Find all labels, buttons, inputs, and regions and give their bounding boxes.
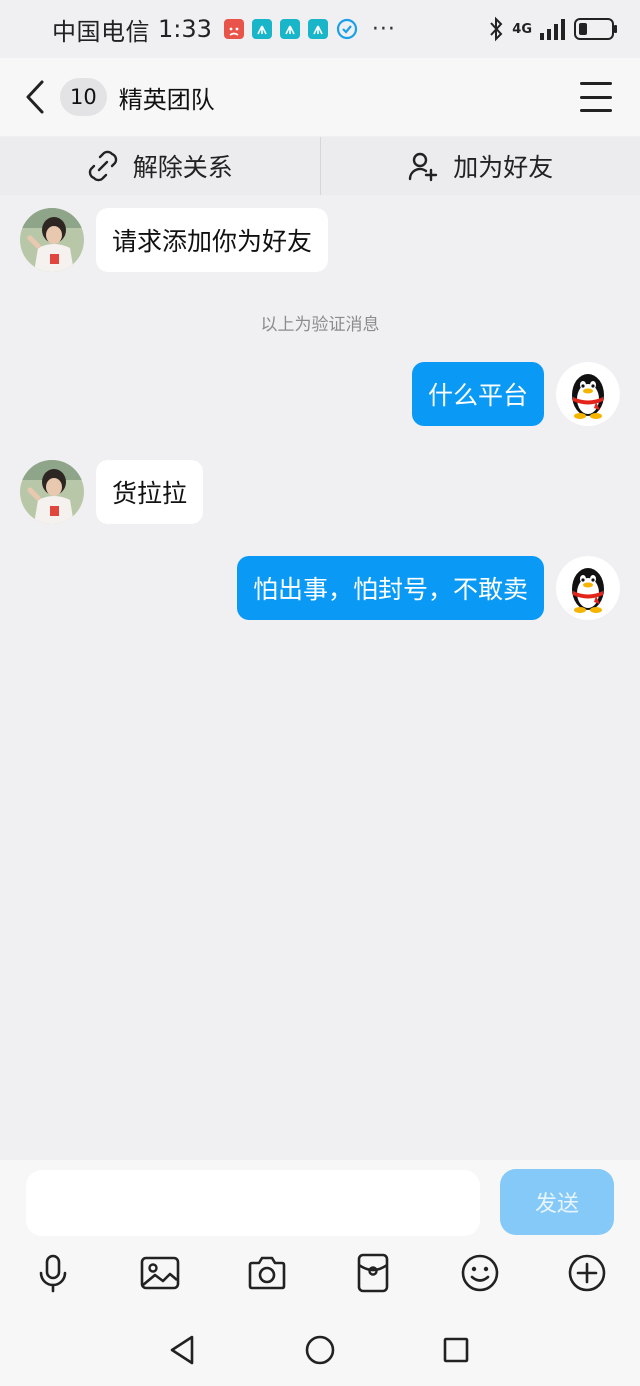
voice-button[interactable]	[31, 1250, 75, 1296]
message-row: 怕出事，怕封号，不敢卖	[236, 556, 620, 620]
unlink-label: 解除关系	[132, 153, 233, 182]
message-row: 请求添加你为好友	[20, 208, 329, 272]
triangle-back-icon	[170, 1335, 194, 1365]
my-avatar[interactable]	[556, 556, 620, 620]
back-button[interactable]	[10, 58, 60, 136]
huawei-app-icon	[279, 19, 300, 39]
system-home-button[interactable]	[300, 1330, 340, 1370]
status-bar: 中国电信 1:33 ··· 4G	[0, 0, 640, 58]
verification-note: 以上为验证消息	[260, 315, 380, 335]
network-label: 4G	[512, 21, 532, 37]
weibo-notify-icon	[223, 19, 244, 39]
unlink-icon	[88, 150, 117, 182]
message-bubble-outgoing[interactable]: 怕出事，怕封号，不敢卖	[236, 556, 544, 620]
image-icon	[140, 1256, 180, 1290]
contact-avatar[interactable]	[20, 460, 84, 524]
red-packet-button[interactable]	[351, 1250, 395, 1296]
microphone-icon	[39, 1254, 67, 1293]
bluetooth-icon	[488, 16, 504, 42]
page-title: 精英团队	[118, 85, 215, 114]
add-user-icon	[409, 152, 438, 182]
message-row: 什么平台	[411, 362, 620, 426]
menu-button[interactable]	[580, 82, 612, 112]
emoji-button[interactable]	[458, 1250, 502, 1296]
chat-header: 10 精英团队	[0, 58, 640, 136]
composer-toolbar	[0, 1250, 640, 1300]
hamburger-line	[580, 109, 612, 112]
square-recents-icon	[443, 1337, 469, 1363]
camera-icon	[248, 1256, 286, 1290]
message-bubble-incoming[interactable]: 请求添加你为好友	[96, 208, 329, 272]
huawei-app-icon	[251, 19, 272, 39]
more-options-button[interactable]	[565, 1250, 609, 1296]
message-row: 货拉拉	[20, 460, 204, 524]
message-bubble-outgoing[interactable]: 什么平台	[411, 362, 544, 426]
unlink-relationship-button[interactable]: 解除关系	[0, 137, 320, 195]
system-navigation-bar	[0, 1330, 640, 1370]
chevron-left-icon	[26, 80, 44, 114]
message-bubble-incoming[interactable]: 货拉拉	[96, 460, 204, 524]
check-shield-icon	[336, 18, 358, 40]
emoji-icon	[461, 1254, 499, 1292]
hamburger-line	[580, 95, 612, 99]
relation-action-bar: 解除关系 加为好友	[0, 137, 640, 195]
send-button[interactable]: 发送	[500, 1169, 614, 1235]
my-avatar[interactable]	[556, 362, 620, 426]
composer: 发送	[0, 1160, 640, 1386]
message-input[interactable]	[26, 1170, 480, 1236]
battery-icon	[574, 17, 618, 41]
more-notifications: ···	[371, 16, 396, 42]
carrier-label: 中国电信	[52, 17, 150, 46]
system-recents-button[interactable]	[436, 1330, 476, 1370]
contact-avatar[interactable]	[20, 208, 84, 272]
signal-icon	[540, 18, 566, 40]
camera-button[interactable]	[245, 1250, 289, 1296]
photo-button[interactable]	[138, 1250, 182, 1296]
add-friend-label: 加为好友	[453, 153, 554, 182]
add-friend-button[interactable]: 加为好友	[321, 137, 640, 195]
plus-icon	[568, 1254, 606, 1292]
unread-count-badge[interactable]: 10	[60, 78, 107, 116]
red-packet-icon	[357, 1253, 389, 1293]
hamburger-line	[580, 82, 612, 85]
system-back-button[interactable]	[162, 1330, 202, 1370]
clock: 1:33	[158, 15, 212, 43]
circle-home-icon	[305, 1335, 335, 1365]
huawei-app-icon	[307, 19, 328, 39]
